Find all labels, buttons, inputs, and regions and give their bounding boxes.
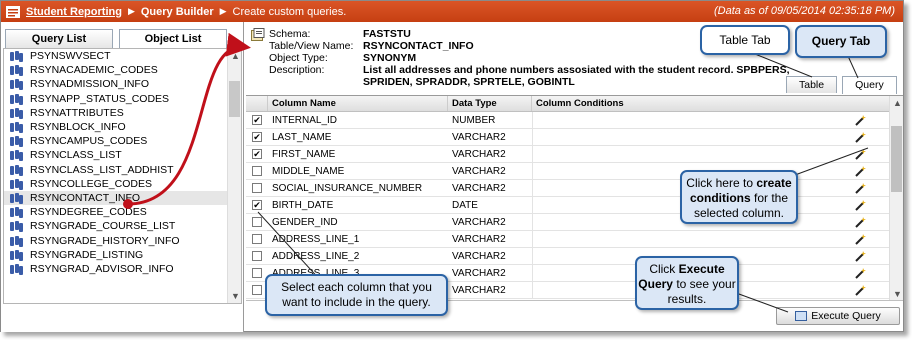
callout-select-columns: Select each column that you want to incl… (265, 274, 448, 316)
callout-query-tab: Query Tab (795, 25, 887, 58)
callout-execute-query: Click Execute Query to see your results. (635, 256, 739, 310)
callout-create-pre: Click here to (686, 176, 757, 190)
red-arrow-start-dot (123, 199, 133, 209)
callout-exec-pre: Click (649, 262, 679, 276)
create-conditions-pointer (794, 147, 869, 176)
callout-create-conditions: Click here to create conditions for the … (680, 170, 798, 224)
callout-table-tab: Table Tab (700, 25, 790, 55)
select-columns-pointer (257, 211, 323, 283)
query-tab-pointer (847, 55, 859, 79)
callout-exec-post: to see your results. (667, 277, 736, 306)
red-arrow (127, 32, 251, 206)
